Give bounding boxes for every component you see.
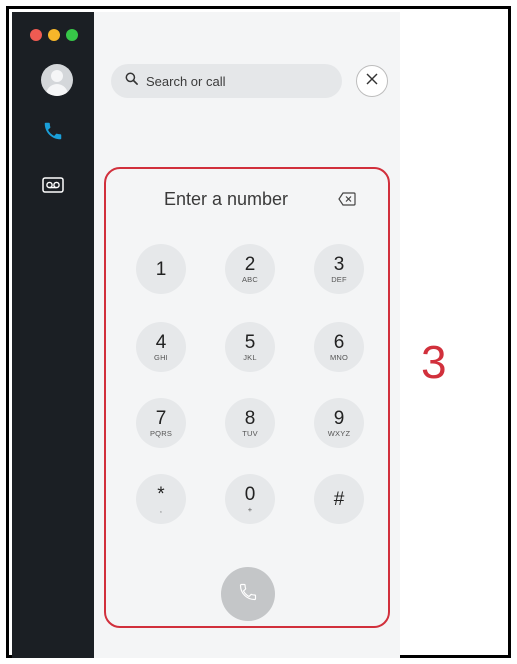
close-icon xyxy=(366,72,378,90)
voicemail-icon[interactable] xyxy=(42,177,64,198)
phone-icon xyxy=(238,582,258,607)
dial-key-6[interactable]: 6 MNO xyxy=(314,322,364,372)
key-digit: 2 xyxy=(244,253,256,275)
dial-key-0[interactable]: 0 + xyxy=(225,474,275,524)
call-button[interactable] xyxy=(221,567,275,621)
dialpad: Enter a number 1 2 ABC 3 DEF 4 GHI 5 JKL… xyxy=(104,167,390,628)
key-digit: # xyxy=(333,488,345,510)
dial-key-2[interactable]: 2 ABC xyxy=(225,244,275,294)
dial-key-5[interactable]: 5 JKL xyxy=(225,322,275,372)
key-letters: ABC xyxy=(241,274,259,284)
sidebar xyxy=(12,12,94,658)
avatar-head xyxy=(51,70,63,82)
key-digit: 4 xyxy=(155,331,167,353)
key-letters: + xyxy=(247,504,253,514)
key-digit: 9 xyxy=(333,407,345,429)
key-digit: 5 xyxy=(244,331,256,353)
key-digit: 6 xyxy=(333,331,345,353)
step-number-annotation: 3 xyxy=(421,336,447,388)
key-digit: 8 xyxy=(244,407,256,429)
dial-key-1[interactable]: 1 xyxy=(136,244,186,294)
phone-icon[interactable] xyxy=(42,120,64,147)
avatar[interactable] xyxy=(41,64,73,96)
dial-panel: Search or call Enter a number 1 2 ABC 3 … xyxy=(94,12,400,658)
dial-key-3[interactable]: 3 DEF xyxy=(314,244,364,294)
backspace-icon[interactable] xyxy=(338,192,356,211)
dial-key-9[interactable]: 9 WXYZ xyxy=(314,398,364,448)
key-letters: GHI xyxy=(154,352,168,362)
close-button[interactable] xyxy=(356,65,388,97)
dial-key-hash[interactable]: # xyxy=(314,474,364,524)
search-placeholder: Search or call xyxy=(146,73,226,89)
key-letters: PQRS xyxy=(149,428,173,438)
key-digit: * xyxy=(157,483,165,505)
key-letters: WXYZ xyxy=(327,428,351,438)
key-letters: , xyxy=(159,504,163,514)
key-digit: 3 xyxy=(333,253,345,275)
window-maximize-button[interactable] xyxy=(66,29,78,41)
key-digit: 1 xyxy=(155,258,167,280)
window-minimize-button[interactable] xyxy=(48,29,60,41)
key-letters: DEF xyxy=(331,274,347,284)
key-letters: TUV xyxy=(242,428,258,438)
dial-key-7[interactable]: 7 PQRS xyxy=(136,398,186,448)
dial-key-star[interactable]: * , xyxy=(136,474,186,524)
key-digit: 7 xyxy=(155,407,167,429)
app-window: Search or call Enter a number 1 2 ABC 3 … xyxy=(6,6,511,658)
avatar-body xyxy=(46,84,68,96)
window-close-button[interactable] xyxy=(30,29,42,41)
key-letters: MNO xyxy=(329,352,349,362)
key-letters: JKL xyxy=(243,352,257,362)
dial-key-8[interactable]: 8 TUV xyxy=(225,398,275,448)
search-icon xyxy=(125,72,138,90)
key-digit: 0 xyxy=(244,483,256,505)
dial-key-4[interactable]: 4 GHI xyxy=(136,322,186,372)
search-input[interactable]: Search or call xyxy=(111,64,342,98)
number-input[interactable]: Enter a number xyxy=(106,189,346,210)
